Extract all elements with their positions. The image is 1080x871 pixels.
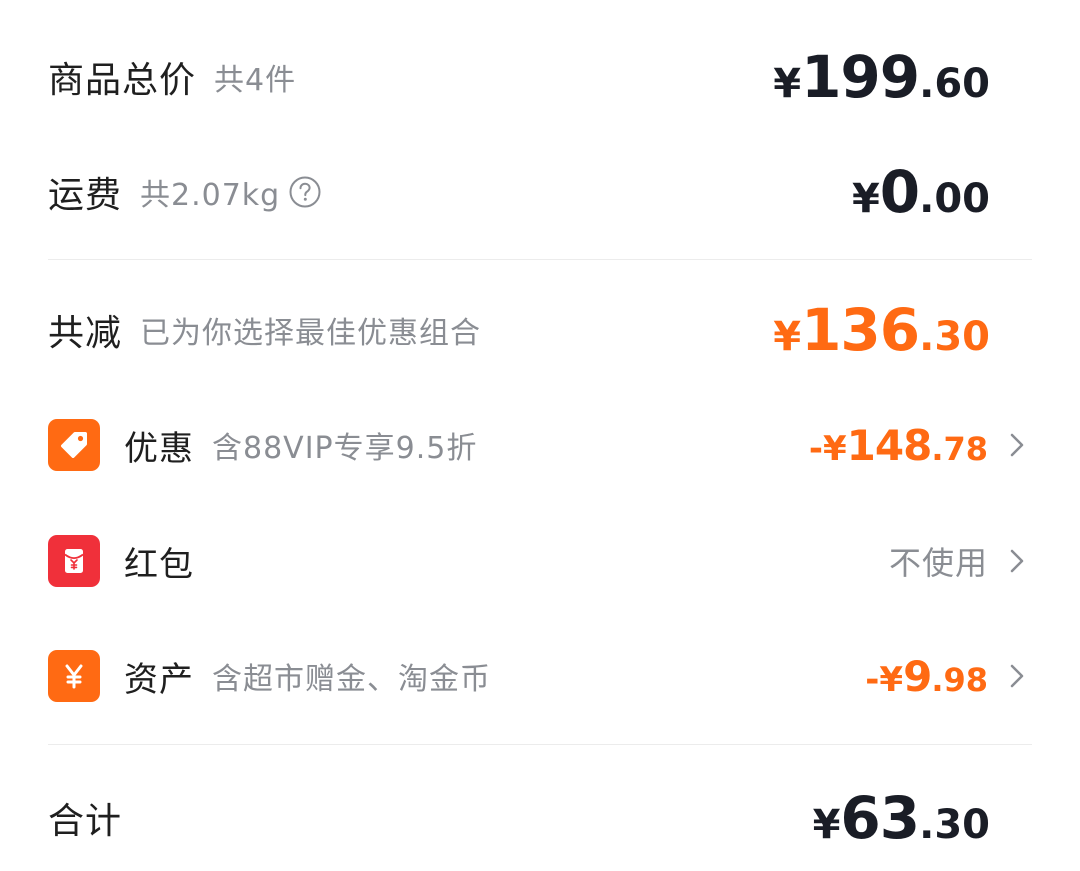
- chevron-right-icon[interactable]: [1002, 546, 1032, 576]
- amount-integer: 9: [903, 651, 932, 701]
- amount-integer: 136: [801, 296, 920, 364]
- currency-symbol: -¥: [865, 659, 904, 700]
- currency-symbol: ¥: [773, 314, 802, 360]
- amount-decimal: .98: [931, 660, 988, 699]
- grand-total-row: 合计 ¥ 63 .30: [48, 782, 1032, 854]
- total-discount-label: 共减: [48, 313, 123, 354]
- total-discount-amount: ¥ 136 .30: [773, 296, 990, 364]
- assets-amount: -¥ 9 .98: [865, 652, 988, 701]
- currency-symbol: ¥: [812, 802, 841, 848]
- promotion-amount: -¥ 148 .78: [809, 421, 988, 470]
- grand-total-label: 合计: [48, 801, 123, 842]
- amount-integer: 148: [846, 420, 933, 470]
- subtotal-amount: ¥ 199 .60: [773, 43, 990, 111]
- divider: [48, 744, 1032, 745]
- subtotal-label: 商品总价: [48, 60, 197, 101]
- assets-row[interactable]: 资产 含超市赠金、淘金币 -¥ 9 .98: [48, 643, 1032, 709]
- red-packet-icon: [48, 535, 100, 587]
- assets-label: 资产: [124, 659, 194, 700]
- shipping-row: 运费 共2.07kg ¥ 0 .00: [48, 157, 1032, 227]
- amount-decimal: .30: [919, 314, 990, 360]
- order-price-summary: 商品总价 共4件 ¥ 199 .60 运费 共2.07kg ¥ 0 .00 共减…: [0, 0, 1080, 871]
- promotion-note: 含88VIP专享9.5折: [212, 431, 478, 466]
- promotion-row[interactable]: 优惠 含88VIP专享9.5折 -¥ 148 .78: [48, 412, 1032, 478]
- amount-integer: 0: [879, 158, 920, 226]
- red-packet-row[interactable]: 红包 不使用: [48, 528, 1032, 594]
- chevron-right-icon[interactable]: [1002, 430, 1032, 460]
- promotion-label: 优惠: [124, 428, 194, 469]
- total-discount-note: 已为你选择最佳优惠组合: [140, 316, 482, 351]
- currency-symbol: ¥: [773, 61, 802, 107]
- currency-symbol: ¥: [851, 176, 880, 222]
- amount-integer: 199: [801, 43, 920, 111]
- shipping-amount: ¥ 0 .00: [852, 158, 990, 226]
- red-packet-value: 不使用: [888, 544, 988, 582]
- assets-note: 含超市赠金、淘金币: [212, 662, 491, 697]
- subtotal-count: 共4件: [214, 63, 297, 98]
- red-packet-label: 红包: [124, 544, 194, 585]
- chevron-right-icon[interactable]: [1002, 661, 1032, 691]
- question-circle-icon[interactable]: [288, 175, 322, 209]
- total-discount-row: 共减 已为你选择最佳优惠组合 ¥ 136 .30: [48, 295, 1032, 365]
- currency-symbol: -¥: [808, 428, 847, 469]
- tag-icon: [48, 419, 100, 471]
- amount-decimal: .30: [919, 802, 990, 848]
- subtotal-row: 商品总价 共4件 ¥ 199 .60: [48, 42, 1032, 112]
- amount-decimal: .78: [931, 429, 988, 468]
- grand-total-amount: ¥ 63 .30: [813, 784, 990, 852]
- amount-decimal: .60: [919, 61, 990, 107]
- amount-integer: 63: [840, 784, 920, 852]
- divider: [48, 259, 1032, 260]
- yuan-icon: [48, 650, 100, 702]
- amount-decimal: .00: [919, 176, 990, 222]
- shipping-weight: 共2.07kg: [140, 178, 281, 213]
- shipping-label: 运费: [48, 175, 123, 216]
